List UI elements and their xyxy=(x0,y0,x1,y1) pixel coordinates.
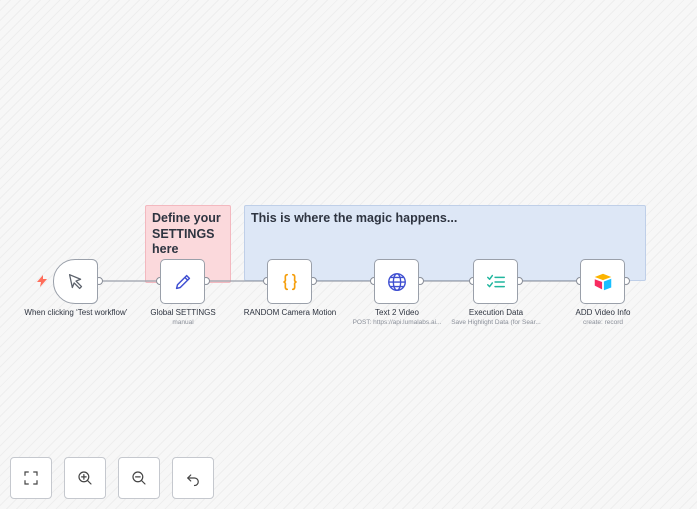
node-text-2-video[interactable] xyxy=(374,259,419,304)
pencil-icon xyxy=(175,274,190,289)
checklist-icon xyxy=(486,274,505,287)
node-execution-data[interactable] xyxy=(473,259,518,304)
zoom-in-icon xyxy=(78,471,92,485)
globe-icon xyxy=(387,272,406,291)
zoom-out-button[interactable] xyxy=(118,457,160,499)
node-add-video-info[interactable] xyxy=(580,259,625,304)
code-braces-icon xyxy=(282,273,297,290)
node-label: Execution Data xyxy=(468,308,524,317)
fit-view-button[interactable] xyxy=(10,457,52,499)
zoom-in-button[interactable] xyxy=(64,457,106,499)
reset-zoom-button[interactable] xyxy=(172,457,214,499)
node-label: ADD Video Info xyxy=(575,308,631,317)
node-subtitle: POST: https://api.lumalabs.ai... xyxy=(352,319,442,326)
cursor-icon xyxy=(68,273,82,289)
trigger-bolt-icon xyxy=(37,275,47,287)
node-label: Global SETTINGS xyxy=(150,308,216,317)
node-global-settings[interactable] xyxy=(160,259,205,304)
fit-screen-icon xyxy=(24,471,38,485)
node-subtitle: Save Highlight Data (for Sear... xyxy=(451,319,541,326)
node-label: Text 2 Video xyxy=(375,308,419,317)
zoom-out-icon xyxy=(132,471,146,485)
node-label: When clicking ‘Test workflow’ xyxy=(24,308,128,317)
connections-layer xyxy=(95,277,630,285)
node-subtitle: create: record xyxy=(582,319,624,326)
airtable-icon xyxy=(594,273,611,290)
node-random-camera-motion[interactable] xyxy=(267,259,312,304)
undo-icon xyxy=(187,474,199,487)
node-label: RANDOM Camera Motion xyxy=(243,308,337,317)
node-subtitle: manual xyxy=(172,319,194,326)
node-manual-trigger[interactable] xyxy=(53,259,98,304)
